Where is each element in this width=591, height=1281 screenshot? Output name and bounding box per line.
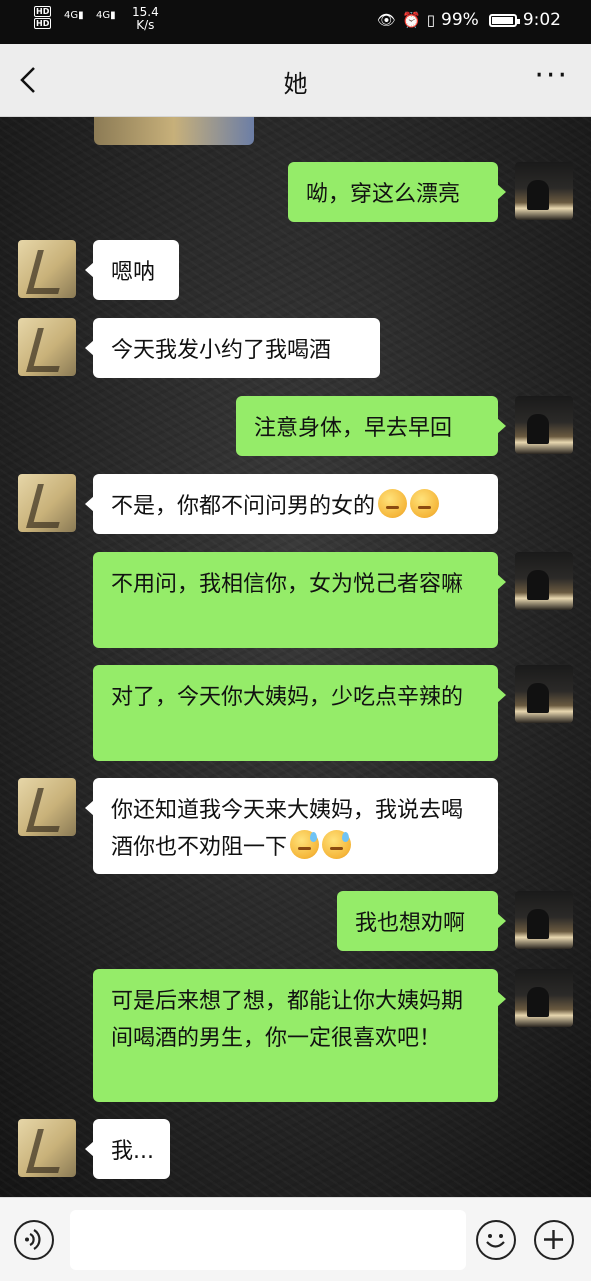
battery-icon — [488, 13, 520, 27]
message-bubble-sent[interactable]: 注意身体，早去早回 — [236, 396, 506, 456]
avatar[interactable] — [515, 969, 573, 1027]
message-text: 呦，穿这么漂亮 — [306, 182, 461, 207]
hd-badge: HD — [34, 18, 52, 29]
battery-percent: 99% — [441, 10, 479, 30]
message-text: 我... — [111, 1139, 154, 1164]
clock: 9:02 — [522, 10, 561, 30]
voice-icon — [25, 1229, 41, 1250]
hd-badge: HD — [34, 6, 52, 17]
network-label: 4G — [64, 10, 79, 21]
message-input[interactable] — [70, 1210, 466, 1270]
plus-icon — [544, 1230, 563, 1249]
message-bubble-sent[interactable]: 可是后来想了想，都能让你大姨妈期间喝酒的男生，你一定很喜欢吧！ — [93, 969, 506, 1102]
message-text: 我也想劝啊 — [355, 911, 466, 936]
chat-area[interactable]: 呦，穿这么漂亮 嗯呐 今天我发小约了我喝酒 注意身体，早去早回 不是，你都不问问… — [0, 117, 591, 1197]
more-button[interactable]: ··· — [534, 58, 569, 93]
voice-button[interactable] — [14, 1220, 54, 1260]
network-label: 4G — [96, 10, 111, 21]
message-text: 不用问，我相信你，女为悦己者容嘛 — [111, 572, 464, 597]
more-dots-icon: ··· — [534, 58, 569, 93]
more-functions-button[interactable] — [534, 1220, 574, 1260]
message-text: 注意身体，早去早回 — [254, 416, 453, 441]
message-text: 可是后来想了想，都能让你大姨妈期间喝酒的男生，你一定很喜欢吧！ — [111, 989, 464, 1051]
flushed-emoji-icon — [410, 489, 440, 518]
status-bar: HD HD 4G▮ 4G▮ 15.4 K/s 👁 ⏰ ▯ 99% 9:02 — [0, 0, 591, 44]
net-speed-unit: K/s — [136, 18, 155, 32]
message-text: 今天我发小约了我喝酒 — [111, 338, 332, 363]
sweat-emoji-icon — [290, 830, 320, 859]
input-bar — [0, 1197, 591, 1281]
message-text: 不是，你都不问问男的女的 — [111, 494, 376, 519]
message-bubble-sent[interactable]: 呦，穿这么漂亮 — [288, 162, 506, 222]
hd-indicator: HD HD — [34, 6, 52, 30]
avatar[interactable] — [18, 240, 76, 298]
message-text: 对了，今天你大姨妈，少吃点辛辣的 — [111, 685, 464, 710]
eye-icon: 👁 — [377, 11, 397, 29]
avatar[interactable] — [515, 891, 573, 949]
alarm-icon: ⏰ — [402, 11, 421, 29]
avatar[interactable] — [18, 1119, 76, 1177]
message-bubble-received[interactable]: 不是，你都不问问男的女的 — [85, 474, 498, 534]
signal-icon: 4G▮ — [64, 10, 84, 21]
avatar[interactable] — [18, 474, 76, 532]
avatar[interactable] — [18, 318, 76, 376]
sweat-emoji-icon — [322, 830, 352, 859]
message-bubble-received[interactable]: 嗯呐 — [85, 240, 179, 300]
image-message[interactable] — [94, 117, 254, 145]
avatar[interactable] — [515, 665, 573, 723]
status-right: 👁 ⏰ ▯ 99% 9:02 — [377, 10, 561, 30]
avatar[interactable] — [515, 552, 573, 610]
net-speed: 15.4 K/s — [132, 6, 159, 32]
flushed-emoji-icon — [378, 489, 408, 518]
page-title: 她 — [283, 70, 308, 98]
avatar[interactable] — [18, 778, 76, 836]
avatar[interactable] — [515, 396, 573, 454]
message-bubble-received[interactable]: 你还知道我今天来大姨妈，我说去喝酒你也不劝阻一下 — [85, 778, 498, 874]
chat-header: 她 ··· — [0, 44, 591, 117]
vibrate-icon: ▯ — [426, 11, 436, 29]
message-bubble-sent[interactable]: 我也想劝啊 — [337, 891, 506, 951]
message-bubble-sent[interactable]: 不用问，我相信你，女为悦己者容嘛 — [93, 552, 506, 648]
message-bubble-received[interactable]: 今天我发小约了我喝酒 — [85, 318, 380, 378]
emoji-icon — [486, 1234, 505, 1248]
signal-icon: 4G▮ — [96, 10, 116, 21]
message-text: 你还知道我今天来大姨妈，我说去喝酒你也不劝阻一下 — [111, 798, 464, 860]
emoji-button[interactable] — [476, 1220, 516, 1260]
message-text: 嗯呐 — [111, 260, 156, 285]
message-bubble-received[interactable]: 我... — [85, 1119, 170, 1179]
message-bubble-sent[interactable]: 对了，今天你大姨妈，少吃点辛辣的 — [93, 665, 506, 761]
avatar[interactable] — [515, 162, 573, 220]
